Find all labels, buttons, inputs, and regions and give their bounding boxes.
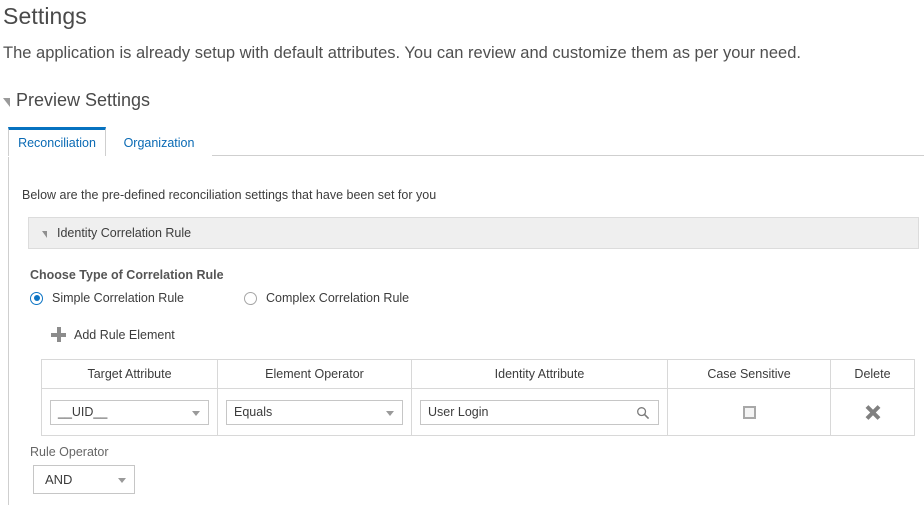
rule-operator-label: Rule Operator bbox=[30, 445, 109, 459]
tab-organization[interactable]: Organization bbox=[106, 127, 212, 156]
tab-reconciliation[interactable]: Reconciliation bbox=[8, 127, 106, 156]
cell-delete bbox=[831, 389, 915, 436]
column-header-case-sensitive: Case Sensitive bbox=[668, 360, 831, 389]
reconciliation-panel: Below are the pre-defined reconciliation… bbox=[8, 157, 924, 505]
radio-complex-correlation-rule[interactable]: Complex Correlation Rule bbox=[244, 291, 409, 305]
tab-reconciliation-label: Reconciliation bbox=[18, 136, 96, 150]
search-icon[interactable] bbox=[636, 406, 650, 420]
tab-strip: Reconciliation Organization bbox=[8, 127, 924, 157]
radio-dot-selected-icon[interactable] bbox=[30, 292, 43, 305]
page-title: Settings bbox=[3, 3, 87, 30]
cell-element-operator: Equals bbox=[218, 389, 412, 436]
radio-dot-unselected-icon[interactable] bbox=[244, 292, 257, 305]
element-operator-value: Equals bbox=[234, 405, 272, 419]
cell-identity-attribute: User Login bbox=[412, 389, 668, 436]
case-sensitive-checkbox-wrap bbox=[676, 406, 822, 419]
identity-correlation-rule-bar[interactable]: Identity Correlation Rule bbox=[28, 217, 919, 249]
delete-row-button[interactable] bbox=[839, 405, 906, 420]
chevron-down-icon[interactable] bbox=[118, 478, 126, 483]
correlation-type-radio-group: Simple Correlation Rule Complex Correlat… bbox=[30, 291, 409, 305]
target-attribute-value: __UID__ bbox=[58, 405, 107, 419]
column-header-delete: Delete bbox=[831, 360, 915, 389]
preview-settings-header[interactable]: Preview Settings bbox=[3, 90, 150, 111]
add-rule-element-label: Add Rule Element bbox=[74, 328, 175, 342]
add-rule-element-button[interactable]: Add Rule Element bbox=[51, 327, 175, 342]
triangle-expanded-icon[interactable] bbox=[42, 231, 47, 238]
page-description: The application is already setup with de… bbox=[3, 44, 801, 63]
identity-correlation-rule-label: Identity Correlation Rule bbox=[57, 226, 191, 240]
rule-elements-table: Target Attribute Element Operator Identi… bbox=[41, 359, 915, 436]
chevron-down-icon[interactable] bbox=[386, 411, 394, 416]
panel-intro-text: Below are the pre-defined reconciliation… bbox=[22, 188, 436, 202]
identity-attribute-search-input[interactable]: User Login bbox=[420, 400, 659, 425]
case-sensitive-checkbox[interactable] bbox=[743, 406, 756, 419]
column-header-target-attribute: Target Attribute bbox=[42, 360, 218, 389]
rule-operator-dropdown[interactable]: AND bbox=[33, 465, 135, 494]
radio-simple-correlation-rule-label: Simple Correlation Rule bbox=[52, 291, 184, 305]
close-x-icon[interactable] bbox=[865, 405, 880, 420]
radio-simple-correlation-rule[interactable]: Simple Correlation Rule bbox=[30, 291, 184, 305]
target-attribute-dropdown[interactable]: __UID__ bbox=[50, 400, 209, 425]
cell-case-sensitive bbox=[668, 389, 831, 436]
column-header-element-operator: Element Operator bbox=[218, 360, 412, 389]
choose-correlation-type-label: Choose Type of Correlation Rule bbox=[30, 268, 224, 282]
column-header-identity-attribute: Identity Attribute bbox=[412, 360, 668, 389]
settings-page: Settings The application is already setu… bbox=[0, 0, 924, 505]
plus-icon[interactable] bbox=[51, 327, 66, 342]
identity-attribute-value: User Login bbox=[428, 405, 488, 419]
chevron-down-icon[interactable] bbox=[192, 411, 200, 416]
element-operator-dropdown[interactable]: Equals bbox=[226, 400, 403, 425]
rule-operator-dropdown-wrap: AND bbox=[33, 465, 135, 494]
table-header-row: Target Attribute Element Operator Identi… bbox=[42, 360, 915, 389]
radio-complex-correlation-rule-label: Complex Correlation Rule bbox=[266, 291, 409, 305]
preview-settings-label: Preview Settings bbox=[16, 90, 150, 111]
triangle-expanded-icon[interactable] bbox=[3, 98, 10, 107]
table-row: __UID__ Equals User Login bbox=[42, 389, 915, 436]
cell-target-attribute: __UID__ bbox=[42, 389, 218, 436]
tab-organization-label: Organization bbox=[124, 136, 195, 150]
rule-operator-value: AND bbox=[45, 472, 72, 487]
